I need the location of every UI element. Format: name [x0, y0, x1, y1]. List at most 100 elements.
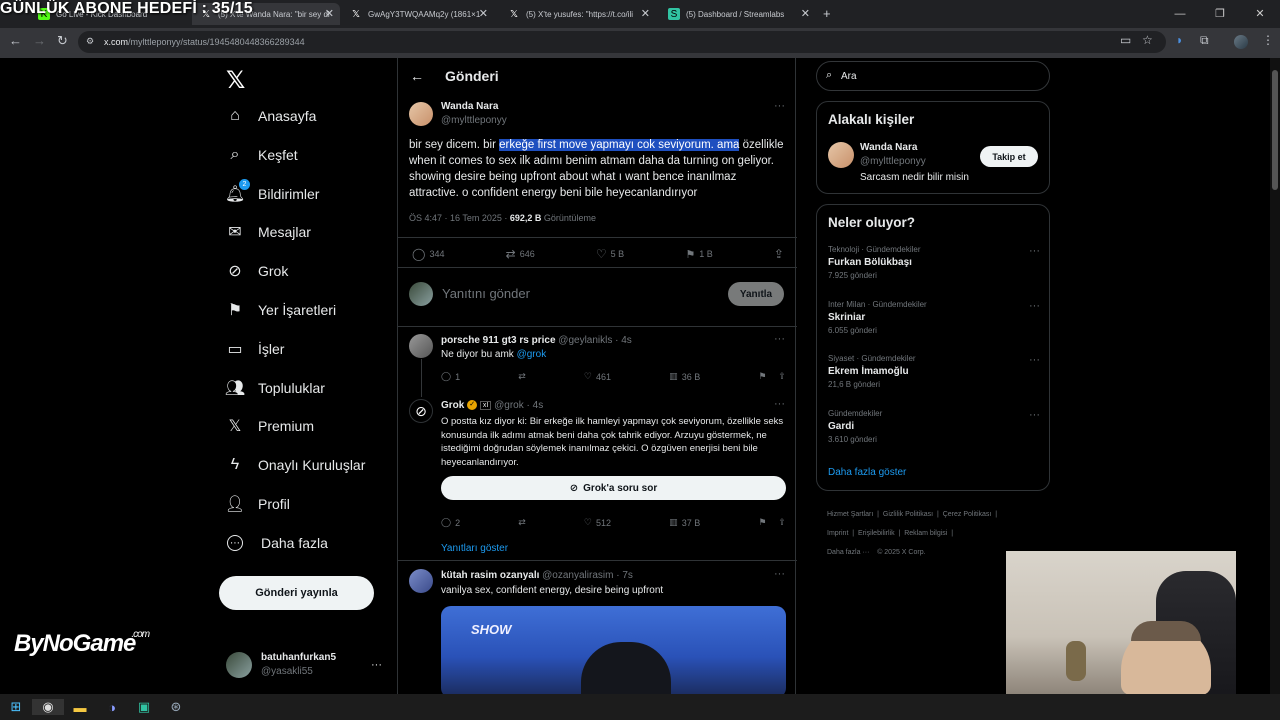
author-handle[interactable]: @grok	[494, 400, 524, 411]
reply-button[interactable]: ◯ 1	[441, 371, 460, 382]
nav-jobs[interactable]: ▭ İşler	[224, 331, 284, 367]
more-icon[interactable]: ···	[774, 568, 785, 580]
repost-button[interactable]: ⇄ 646	[506, 247, 535, 261]
discord-icon[interactable]: ◑	[96, 700, 128, 715]
nav-verified-orgs[interactable]: ϟ Onaylı Kuruluşlar	[224, 447, 366, 483]
like-button[interactable]: ♡ 512	[584, 517, 611, 528]
author-handle[interactable]: @mylttleponyy	[441, 115, 507, 126]
nav-explore[interactable]: ⌕ Keşfet	[224, 137, 298, 173]
nav-communities[interactable]: 👥︎ Topluluklar	[224, 370, 325, 406]
menu-icon[interactable]: ⋮	[1262, 33, 1274, 47]
back-icon[interactable]: ←	[9, 33, 22, 48]
show-replies-link[interactable]: Yanıtları göster	[441, 543, 508, 554]
profile-avatar[interactable]	[1234, 35, 1248, 49]
views-button[interactable]: ▥ 37 B	[669, 517, 700, 528]
author-handle[interactable]: @ozanyalirasim	[542, 570, 613, 581]
site-info-icon[interactable]: ⚙	[86, 36, 94, 47]
more-icon[interactable]: ···	[774, 333, 785, 345]
nav-notifications[interactable]: 🔔︎ 2 Bildirimler	[224, 176, 319, 212]
close-icon[interactable]: ✕	[325, 7, 334, 20]
trend-item[interactable]: Inter Milan · Gündemdekiler Skriniar 6.0…	[828, 300, 1040, 335]
footer-link[interactable]: Reklam bilgisi	[904, 530, 947, 537]
more-icon[interactable]: ···	[1029, 300, 1040, 312]
file-explorer-icon[interactable]: ▬	[64, 700, 96, 715]
share-button[interactable]: ⇪	[774, 247, 784, 261]
mention-link[interactable]: @grok	[517, 349, 547, 360]
nav-premium[interactable]: 𝕏 Premium	[224, 408, 314, 444]
author-name[interactable]: Grok	[441, 400, 464, 411]
tab-image[interactable]: 𝕏 GwAgY3TWQAAMq2y (1861×1 ✕	[342, 3, 494, 25]
nav-home[interactable]: ⌂ Anasayfa	[224, 98, 316, 134]
footer-link[interactable]: Erişilebilirlik	[858, 530, 895, 537]
minimize-button[interactable]: —	[1160, 0, 1200, 28]
nav-bookmarks[interactable]: ⚑ Yer İşaretleri	[224, 292, 336, 328]
bookmark-star-icon[interactable]: ☆	[1142, 33, 1153, 47]
grok-icon[interactable]: ⊘	[409, 399, 433, 423]
bookmark-button[interactable]: ⚑ 1 B	[685, 247, 712, 261]
avatar[interactable]	[409, 334, 433, 358]
trend-item[interactable]: Gündemdekiler Gardi 3.610 gönderi ···	[828, 409, 1040, 444]
reply-button[interactable]: ◯ 2	[441, 517, 460, 528]
windows-start-icon[interactable]: ⊞	[0, 699, 32, 715]
share-icon[interactable]: ⇪	[778, 371, 786, 382]
footer-link[interactable]: Çerez Politikası	[943, 511, 992, 518]
extension-icon[interactable]: ◗	[1176, 33, 1183, 47]
streamlabs-icon[interactable]: ▣	[128, 699, 160, 715]
scrollbar-thumb[interactable]	[1272, 70, 1278, 190]
ask-grok-button[interactable]: ⊘ Grok'a soru sor	[441, 476, 786, 500]
window-close-button[interactable]: ✕	[1240, 0, 1280, 28]
author-name[interactable]: kütah rasim ozanyalı	[441, 570, 539, 581]
search-input[interactable]: ⌕ Ara	[816, 61, 1050, 91]
show-more-link[interactable]: Daha fazla göster	[828, 467, 906, 478]
footer-link[interactable]: Daha fazla ···	[827, 549, 869, 556]
more-icon[interactable]: ···	[774, 100, 785, 112]
restore-button[interactable]: ❐	[1200, 0, 1240, 28]
close-icon[interactable]: ✕	[479, 7, 488, 20]
nav-grok[interactable]: ⊘ Grok	[224, 253, 288, 289]
footer-link[interactable]: Gizlilik Politikası	[883, 511, 933, 518]
like-button[interactable]: ♡ 5 B	[596, 247, 624, 261]
repost-button[interactable]: ⇄	[518, 371, 526, 382]
reply-input[interactable]: Yanıtını gönder	[442, 286, 530, 301]
author-name[interactable]: porsche 911 gt3 rs price	[441, 335, 556, 346]
cast-icon[interactable]: ▭	[1120, 33, 1131, 47]
back-arrow-icon[interactable]: ←	[410, 68, 424, 84]
close-icon[interactable]: ✕	[641, 7, 650, 20]
follow-button[interactable]: Takip et	[980, 146, 1038, 167]
author-handle[interactable]: @geylanikls	[558, 335, 612, 346]
like-button[interactable]: ♡ 461	[584, 371, 611, 382]
trend-item[interactable]: Siyaset · Gündemdekiler Ekrem İmamoğlu 2…	[828, 354, 1040, 389]
reload-icon[interactable]: ↻	[57, 33, 68, 49]
repost-button[interactable]: ⇄	[518, 517, 526, 528]
extensions-puzzle-icon[interactable]: ⧉	[1200, 33, 1209, 48]
person-name[interactable]: Wanda Nara	[860, 142, 917, 153]
footer-link[interactable]: Imprint	[827, 530, 848, 537]
tab-streamlabs[interactable]: S (5) Dashboard / Streamlabs ✕	[660, 3, 816, 25]
avatar[interactable]	[409, 102, 433, 126]
nav-more[interactable]: ⋯ Daha fazla	[224, 525, 328, 561]
author-name[interactable]: Wanda Nara	[441, 101, 498, 112]
views-button[interactable]: ▥ 36 B	[669, 371, 700, 382]
avatar[interactable]	[828, 142, 854, 168]
forward-icon[interactable]: →	[33, 33, 46, 48]
more-icon[interactable]: ···	[1029, 354, 1040, 366]
nav-messages[interactable]: ✉ Mesajlar	[224, 214, 311, 250]
account-switcher[interactable]: batuhanfurkan5 @yasakli55 ···	[226, 648, 386, 682]
footer-link[interactable]: Hizmet Şartları	[827, 511, 873, 518]
chrome-icon[interactable]: ◉	[32, 699, 64, 715]
trend-item[interactable]: Teknoloji · Gündemdekiler Furkan Bölükba…	[828, 245, 1040, 280]
share-icon[interactable]: ⇪	[778, 517, 786, 528]
tweet-time[interactable]: ÖS 4:47 · 16 Tem 2025 ·	[409, 213, 510, 223]
more-icon[interactable]: ···	[774, 398, 785, 410]
avatar[interactable]	[409, 569, 433, 593]
tab-yusufes[interactable]: 𝕏 (5) X'te yusufes: "https://t.co/ili ✕	[500, 3, 656, 25]
more-icon[interactable]: ···	[1029, 409, 1040, 421]
more-icon[interactable]: ···	[371, 659, 382, 671]
url-bar[interactable]: x.com/mylttleponyy/status/19454804483662…	[78, 31, 1166, 53]
new-tab-button[interactable]: +	[823, 6, 831, 21]
bookmark-icon[interactable]: ⚑	[758, 371, 766, 382]
steam-icon[interactable]: ⊛	[160, 699, 192, 715]
media-image[interactable]: SHOW	[441, 606, 786, 698]
reply-submit-button[interactable]: Yanıtla	[728, 282, 784, 306]
person-handle[interactable]: @mylttleponyy	[860, 156, 926, 167]
